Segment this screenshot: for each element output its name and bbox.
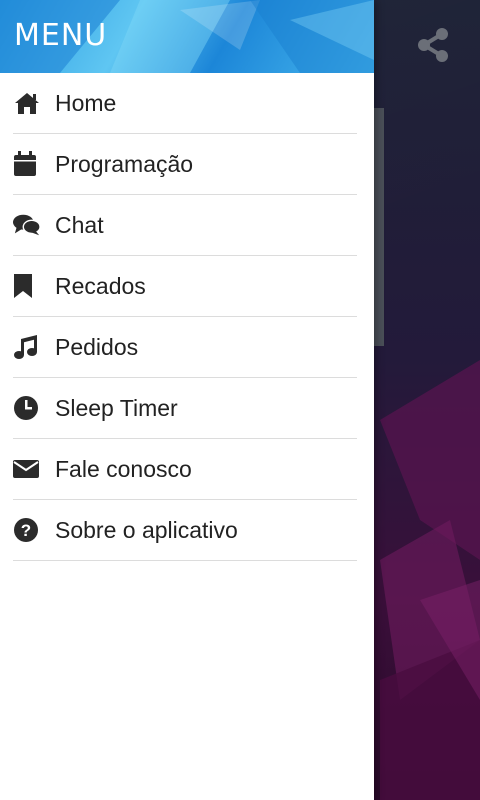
menu-item-recados[interactable]: Recados xyxy=(13,256,357,317)
menu-item-label: Chat xyxy=(55,211,104,238)
menu-item-label: Programação xyxy=(55,150,194,177)
menu-item-home[interactable]: Home xyxy=(13,73,357,134)
menu-item-label: Fale conosco xyxy=(55,455,192,482)
menu-item-pedidos[interactable]: Pedidos xyxy=(13,317,357,378)
svg-text:?: ? xyxy=(21,521,31,540)
menu-item-chat[interactable]: Chat xyxy=(13,195,357,256)
envelope-icon xyxy=(13,455,41,483)
share-button[interactable] xyxy=(414,27,452,68)
background-panel xyxy=(374,108,384,346)
question-circle-icon: ? xyxy=(13,516,41,544)
menu-item-label: Pedidos xyxy=(55,333,139,360)
menu-item-label: Sleep Timer xyxy=(55,394,178,421)
menu-item-programacao[interactable]: Programação xyxy=(13,134,357,195)
menu-item-label: Home xyxy=(55,89,117,116)
drawer-title: MENU xyxy=(14,18,108,53)
menu-item-sobre[interactable]: ? Sobre o aplicativo xyxy=(13,500,357,561)
navigation-drawer: MENU Home Programação Chat Recados Pedid… xyxy=(0,0,374,800)
menu-item-sleep-timer[interactable]: Sleep Timer xyxy=(13,378,357,439)
menu-item-fale-conosco[interactable]: Fale conosco xyxy=(13,439,357,500)
bookmark-icon xyxy=(13,272,41,300)
menu-list: Home Programação Chat Recados Pedidos Sl… xyxy=(0,73,374,561)
chat-icon xyxy=(13,211,41,239)
menu-item-label: Recados xyxy=(55,272,146,299)
menu-item-label: Sobre o aplicativo xyxy=(55,516,238,543)
share-icon xyxy=(416,27,450,68)
clock-icon xyxy=(13,394,41,422)
calendar-icon xyxy=(13,150,41,178)
drawer-header: MENU xyxy=(0,0,374,73)
music-note-icon xyxy=(13,333,41,361)
home-icon xyxy=(13,89,41,117)
